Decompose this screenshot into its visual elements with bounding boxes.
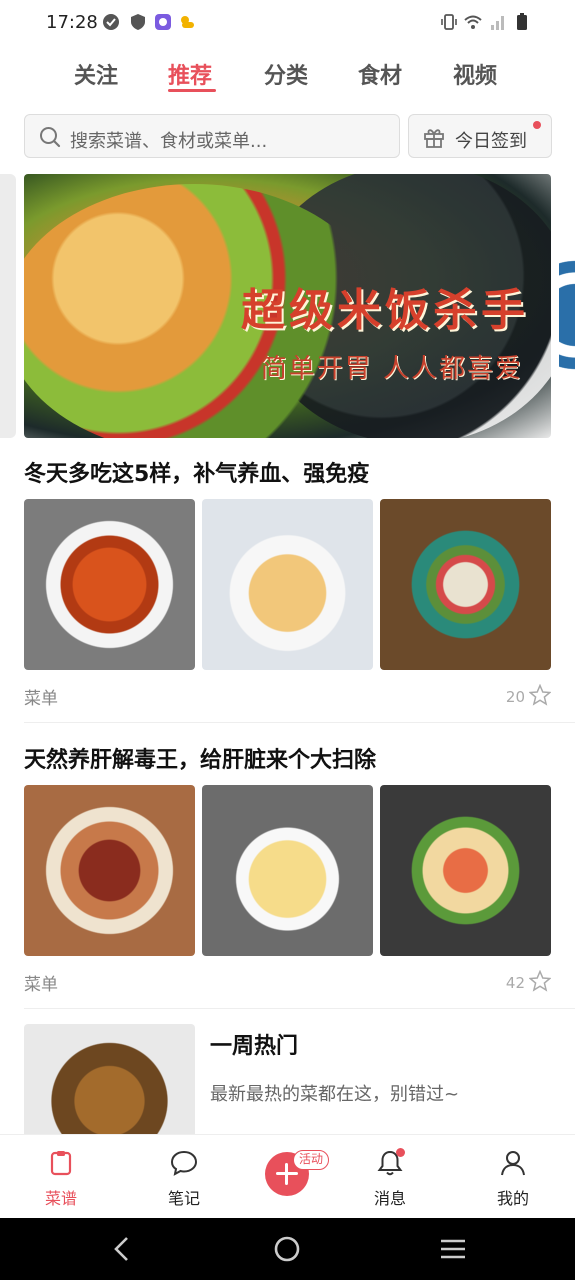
weekly-hot-title[interactable]: 一周热门 xyxy=(210,1028,298,1060)
tab-video[interactable]: 视频 xyxy=(453,58,497,90)
recipe-thumbnail[interactable] xyxy=(202,785,373,956)
banner-prev-peek[interactable] xyxy=(0,174,16,438)
recipe-thumbnail[interactable] xyxy=(202,499,373,670)
favorite-count: 42 xyxy=(505,974,525,992)
plus-icon-stroke xyxy=(285,1163,288,1185)
weather-icon xyxy=(181,16,194,28)
tab-recommend[interactable]: 推荐 xyxy=(168,58,212,90)
nav-messages[interactable]: 消息 xyxy=(340,1135,440,1219)
search-icon xyxy=(40,127,61,148)
star-icon[interactable] xyxy=(529,970,551,992)
menu-card-title: 天然养肝解毒王，给肝脏来个大扫除 xyxy=(24,748,377,773)
recent-apps-icon[interactable] xyxy=(440,1238,466,1260)
check-circle-icon xyxy=(103,14,119,30)
nav-notes[interactable]: 笔记 xyxy=(134,1135,234,1219)
home-icon[interactable] xyxy=(274,1236,300,1262)
banner-subtitle: 简单开胃 人人都喜爱 xyxy=(260,354,523,384)
wifi-icon xyxy=(464,15,482,29)
shield-icon xyxy=(131,14,145,30)
recipe-thumbnail[interactable] xyxy=(24,499,195,670)
favorite-count: 20 xyxy=(505,688,525,706)
search-placeholder: 搜索菜谱、食材或菜单... xyxy=(70,131,268,152)
chat-bubble-icon xyxy=(170,1150,198,1176)
nav-recipes[interactable]: 菜谱 xyxy=(11,1135,111,1219)
gift-icon xyxy=(424,129,444,148)
nav-label: 消息 xyxy=(373,1189,406,1208)
weekly-hot-description: 最新最热的菜都在这，别错过~ xyxy=(210,1084,460,1105)
banner-slogan: 超级米饭杀手 xyxy=(241,285,529,336)
activity-badge: 活动 xyxy=(293,1150,330,1170)
status-bar: 17:28 xyxy=(0,0,575,46)
nav-label: 菜谱 xyxy=(44,1189,77,1208)
system-navigation-bar xyxy=(0,1218,575,1280)
recipe-icon xyxy=(50,1151,72,1176)
nav-label: 我的 xyxy=(496,1189,529,1208)
message-notification-dot xyxy=(396,1148,405,1157)
divider xyxy=(24,722,575,723)
menu-tag: 菜单 xyxy=(24,975,58,995)
weekly-hot-thumbnail[interactable] xyxy=(24,1024,195,1134)
nav-label: 笔记 xyxy=(167,1189,200,1208)
back-icon[interactable] xyxy=(110,1236,134,1262)
menu-tag: 菜单 xyxy=(24,689,58,709)
tab-ingredients[interactable]: 食材 xyxy=(358,58,402,90)
checkin-label: 今日签到 xyxy=(455,131,527,152)
signal-icon xyxy=(491,16,504,30)
star-icon[interactable] xyxy=(529,684,551,706)
menu-card-title: 冬天多吃这5样，补气养血、强免疫 xyxy=(24,462,370,487)
person-icon xyxy=(501,1151,525,1176)
tab-category[interactable]: 分类 xyxy=(264,58,308,90)
recipe-thumbnail[interactable] xyxy=(380,499,551,670)
notification-dot xyxy=(533,121,541,129)
daily-checkin-button[interactable]: 今日签到 xyxy=(408,114,552,158)
tab-follow[interactable]: 关注 xyxy=(74,58,118,90)
status-time: 17:28 xyxy=(46,12,98,33)
battery-icon xyxy=(517,13,527,30)
vibrate-icon xyxy=(441,14,457,30)
top-tab-bar: 关注 推荐 分类 食材 视频 xyxy=(0,50,575,100)
nav-profile[interactable]: 我的 xyxy=(463,1135,563,1219)
active-tab-indicator xyxy=(168,89,216,92)
banner-next-peek[interactable] xyxy=(559,240,575,390)
divider xyxy=(24,1008,575,1009)
recipe-thumbnail[interactable] xyxy=(24,785,195,956)
search-input[interactable]: 搜索菜谱、食材或菜单... xyxy=(24,114,400,158)
app-notification-icon xyxy=(155,14,171,30)
recipe-thumbnail[interactable] xyxy=(380,785,551,956)
hero-banner[interactable]: 超级米饭杀手 简单开胃 人人都喜爱 xyxy=(24,174,551,438)
